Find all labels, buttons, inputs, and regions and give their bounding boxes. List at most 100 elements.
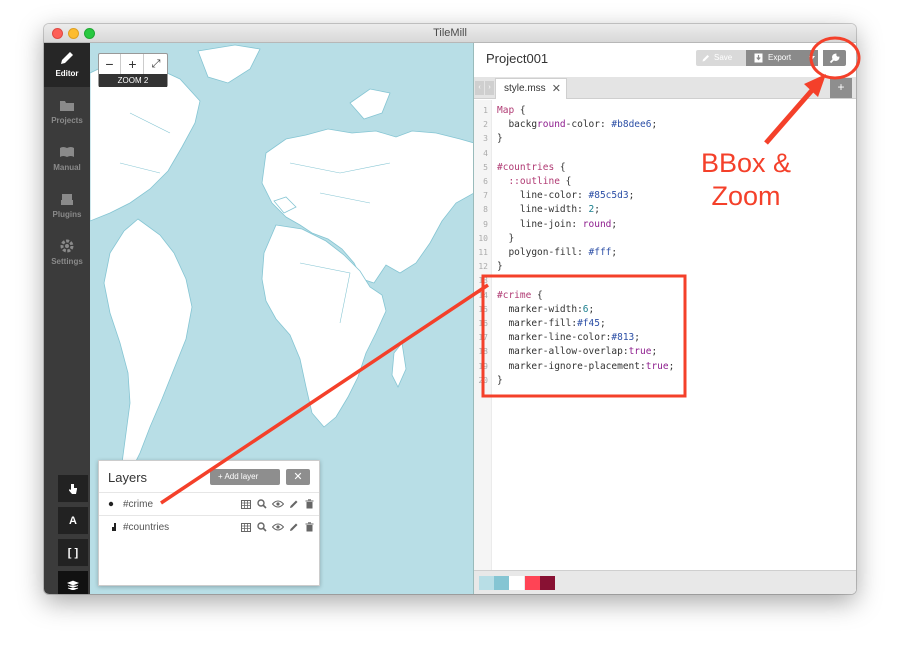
code-line: 11 polygon-fill: #fff; bbox=[474, 246, 856, 260]
code-line: 13 bbox=[474, 274, 856, 288]
export-button[interactable]: Export bbox=[746, 50, 818, 66]
code-text: marker-line-color:#813; bbox=[497, 332, 641, 344]
palette-swatch[interactable] bbox=[494, 576, 509, 590]
code-text: } bbox=[497, 133, 503, 145]
line-number: 4 bbox=[483, 148, 488, 158]
color-palette bbox=[474, 570, 856, 594]
eye-icon[interactable] bbox=[271, 498, 284, 510]
annotation-label: BBox & Zoom bbox=[694, 147, 798, 213]
layer-row-crime[interactable]: #crime bbox=[99, 492, 319, 515]
code-line: 12} bbox=[474, 260, 856, 274]
save-button[interactable]: Save bbox=[696, 50, 746, 66]
zoom-out-button[interactable]: − bbox=[99, 54, 121, 74]
code-text: #crime { bbox=[497, 289, 543, 301]
tab-scroll-left[interactable]: ‹ bbox=[475, 81, 484, 95]
polygon-icon bbox=[108, 523, 116, 531]
line-number: 2 bbox=[483, 120, 488, 130]
eye-icon[interactable] bbox=[271, 521, 284, 533]
annotation-line-1: BBox & bbox=[700, 148, 792, 178]
trash-icon[interactable] bbox=[303, 521, 316, 533]
zoom-in-button[interactable]: + bbox=[122, 54, 144, 74]
palette-swatch[interactable] bbox=[525, 576, 540, 590]
code-line: 7 line-color: #85c5d3; bbox=[474, 189, 856, 203]
line-number: 20 bbox=[478, 375, 488, 385]
sidebar-item-settings[interactable]: Settings bbox=[44, 231, 90, 275]
code-text: #countries { bbox=[497, 161, 566, 173]
code-editor[interactable]: 1 Map {2 background-color: #b8dee6; 3} 4 5 #c… bbox=[474, 100, 856, 570]
line-number: 14 bbox=[478, 290, 488, 300]
pencil-icon bbox=[702, 55, 709, 62]
sidebar-item-manual[interactable]: Manual bbox=[44, 137, 90, 181]
code-line: 18 marker-allow-overlap:true; bbox=[474, 345, 856, 359]
palette-swatch[interactable] bbox=[509, 576, 524, 590]
code-text: marker-allow-overlap:true; bbox=[497, 346, 658, 358]
palette-swatch[interactable] bbox=[479, 576, 494, 590]
line-number: 12 bbox=[478, 262, 488, 272]
add-layer-label: Add layer bbox=[224, 472, 259, 481]
line-number: 17 bbox=[478, 333, 488, 343]
code-text: line-join: round; bbox=[497, 218, 618, 230]
table-icon[interactable] bbox=[239, 521, 252, 533]
pencil-icon[interactable] bbox=[287, 521, 300, 533]
code-text: background-color: #b8dee6; bbox=[497, 119, 658, 131]
sidebar-item-label: Plugins bbox=[52, 210, 82, 219]
code-text: } bbox=[497, 261, 503, 273]
layer-actions bbox=[239, 521, 316, 533]
palette-swatch[interactable] bbox=[540, 576, 555, 590]
tool-font[interactable]: A bbox=[58, 507, 88, 535]
layer-row-countries[interactable]: #countries bbox=[99, 515, 319, 538]
tool-brackets[interactable]: [ ] bbox=[58, 539, 88, 567]
tab-style-mss[interactable]: style.mss ✕ bbox=[495, 78, 567, 99]
sidebar-item-editor[interactable]: Editor bbox=[44, 43, 90, 87]
wrench-settings-button[interactable] bbox=[823, 50, 846, 66]
layers-icon bbox=[67, 580, 79, 590]
close-layers-button[interactable]: ✕ bbox=[286, 469, 310, 485]
add-tab-button[interactable]: + bbox=[830, 78, 852, 98]
line-number: 18 bbox=[478, 347, 488, 357]
search-icon[interactable] bbox=[255, 521, 268, 533]
layer-actions bbox=[239, 498, 316, 510]
save-label: Save bbox=[714, 53, 733, 62]
code-text: marker-fill:#f45; bbox=[497, 318, 606, 329]
line-number: 7 bbox=[483, 191, 488, 201]
book-icon bbox=[60, 147, 74, 157]
close-tab-icon[interactable]: ✕ bbox=[552, 82, 561, 95]
table-icon[interactable] bbox=[239, 498, 252, 510]
tab-label: style.mss bbox=[504, 83, 546, 94]
sidebar-item-label: Projects bbox=[51, 116, 83, 125]
code-line: 15 marker-width:6; bbox=[474, 303, 856, 317]
add-layer-button[interactable]: + Add layer bbox=[210, 469, 280, 485]
zoom-level-label: ZOOM 2 bbox=[99, 74, 167, 87]
code-line: 10 } bbox=[474, 232, 856, 246]
code-text: Map { bbox=[497, 105, 526, 116]
map-tools: A [ ] bbox=[44, 475, 90, 594]
code-line: 20} bbox=[474, 374, 856, 388]
search-icon[interactable] bbox=[255, 498, 268, 510]
point-icon bbox=[108, 501, 114, 507]
export-label: Export bbox=[768, 53, 792, 62]
tab-scroll-right[interactable]: › bbox=[485, 81, 494, 95]
line-number: 10 bbox=[478, 233, 488, 243]
layer-name: #crime bbox=[123, 499, 154, 510]
code-text: marker-width:6; bbox=[497, 303, 595, 315]
annotation-line-2: Zoom bbox=[711, 181, 781, 211]
tool-pointer[interactable] bbox=[58, 475, 88, 503]
sidebar-item-plugins[interactable]: Plugins bbox=[44, 184, 90, 228]
code-text: } bbox=[497, 232, 515, 244]
tool-layers[interactable] bbox=[58, 571, 88, 594]
code-line: 16 marker-fill:#f45; bbox=[474, 317, 856, 331]
gear-icon bbox=[60, 239, 74, 253]
code-text: polygon-fill: #fff; bbox=[497, 247, 618, 258]
trash-icon[interactable] bbox=[303, 498, 316, 510]
zoom-control: − + ⤢ ZOOM 2 bbox=[98, 53, 168, 87]
sidebar-item-projects[interactable]: Projects bbox=[44, 90, 90, 134]
pencil-icon[interactable] bbox=[287, 498, 300, 510]
brackets-icon: [ ] bbox=[67, 546, 79, 559]
sidebar-item-label: Settings bbox=[51, 257, 83, 266]
line-number: 13 bbox=[478, 276, 488, 286]
hand-pointer-icon bbox=[69, 483, 77, 494]
fullscreen-button[interactable]: ⤢ bbox=[145, 54, 167, 74]
sidebar-item-label: Manual bbox=[53, 163, 81, 172]
code-line: 14 #crime { bbox=[474, 289, 856, 303]
caret-down-icon bbox=[809, 56, 815, 60]
